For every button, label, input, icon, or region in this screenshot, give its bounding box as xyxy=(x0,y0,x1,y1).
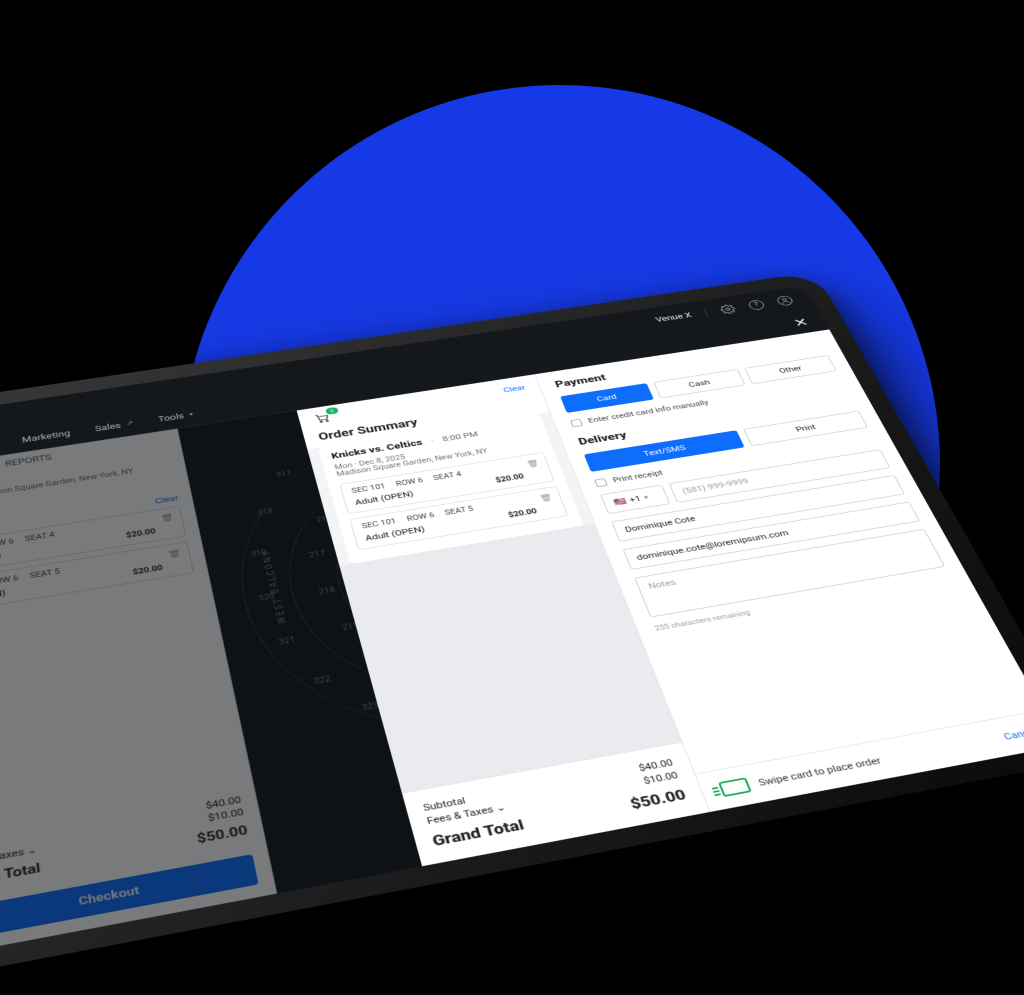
ticket-row: ROW 6 xyxy=(0,575,19,587)
flag-icon: 🇺🇸 xyxy=(612,497,628,507)
checkbox-icon xyxy=(594,478,608,487)
ticket-seat: SEAT 5 xyxy=(29,568,60,580)
trash-icon[interactable]: 🗑 xyxy=(525,459,540,469)
venue-name: Venue X xyxy=(654,311,693,324)
map-sec[interactable]: 317 xyxy=(275,470,292,479)
ticket-seat: SEAT 4 xyxy=(432,471,462,482)
chevron-down-icon: ▾ xyxy=(643,494,650,501)
cart-icon[interactable]: 2 xyxy=(312,411,332,424)
trash-icon[interactable]: 🗑 xyxy=(167,549,182,560)
order-event-time: 8:00 PM xyxy=(441,430,479,443)
country-code-value: +1 xyxy=(628,494,642,504)
country-code-select[interactable]: 🇺🇸 +1 ▾ xyxy=(600,485,670,514)
tablet-device: Venue X ? y Reports Marketing Sales ↗ To… xyxy=(0,272,1024,981)
sysbar-divider xyxy=(703,308,708,317)
settings-icon[interactable] xyxy=(718,303,737,314)
swipe-card-icon xyxy=(718,777,752,797)
help-icon[interactable]: ? xyxy=(747,299,766,310)
app-screen: Venue X ? y Reports Marketing Sales ↗ To… xyxy=(0,285,1024,956)
cancel-link[interactable]: Cancel xyxy=(1002,726,1024,742)
account-icon[interactable] xyxy=(775,295,794,306)
close-icon[interactable]: ✕ xyxy=(791,315,811,330)
ticket-sec: SEC 101 xyxy=(361,518,397,531)
swipe-label: Swipe card to place order xyxy=(757,755,883,788)
checkbox-icon xyxy=(570,419,583,428)
grand-total-label: Grand Total xyxy=(0,860,41,891)
pos-clear-link[interactable]: Clear xyxy=(154,493,179,505)
trash-icon[interactable]: 🗑 xyxy=(538,493,553,503)
ticket-row: ROW 6 xyxy=(395,477,424,488)
grand-total-value: $50.00 xyxy=(196,822,249,846)
ticket-seat: SEAT 4 xyxy=(25,531,55,543)
order-clear-link[interactable]: Clear xyxy=(502,383,526,394)
ticket-row: ROW 6 xyxy=(406,512,435,523)
swipe-prompt: Swipe card to place order xyxy=(718,753,884,797)
grand-total-value: $50.00 xyxy=(628,787,689,813)
ticket-seat: SEAT 5 xyxy=(444,505,475,517)
trash-icon[interactable]: 🗑 xyxy=(160,513,175,523)
payment-footer: Swipe card to place order Cancel xyxy=(695,709,1024,811)
ticket-row: ROW 6 xyxy=(0,538,14,550)
print-receipt-label: Print receipt xyxy=(611,468,664,484)
ticket-sec: SEC 101 xyxy=(351,483,387,495)
cart-count-badge: 2 xyxy=(325,407,339,415)
